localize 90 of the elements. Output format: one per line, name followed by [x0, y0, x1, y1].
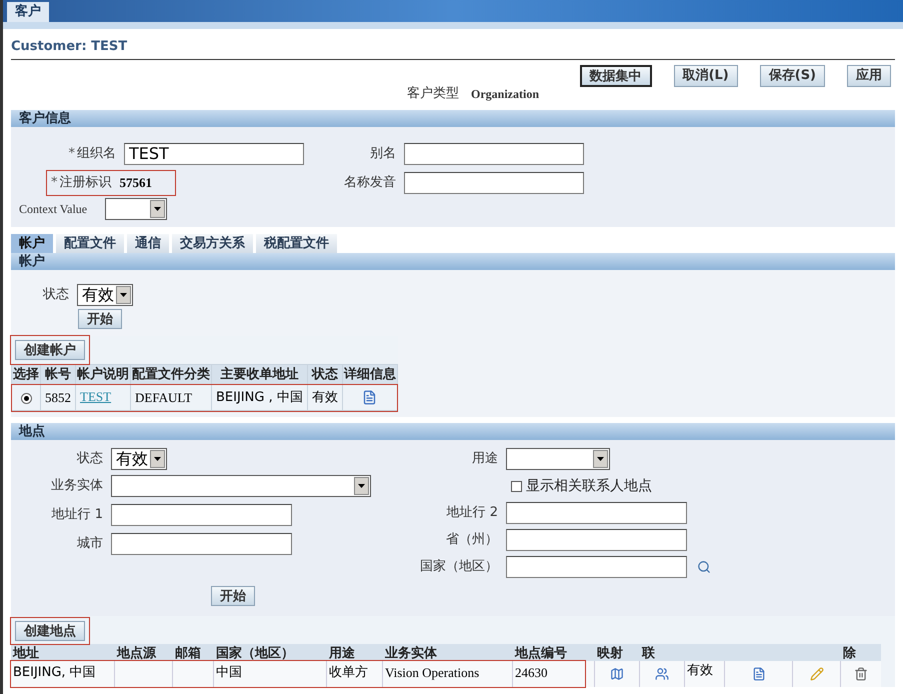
action-button[interactable]: 取消(L): [674, 65, 738, 87]
field-label: 用途: [471, 450, 499, 468]
action-button[interactable]: 保存(S): [760, 65, 825, 87]
radio-button[interactable]: [20, 392, 32, 404]
column-header: 映射: [597, 646, 623, 661]
table-cell: BEIJING, 中国: [13, 665, 96, 680]
column-header: 联: [642, 646, 655, 661]
tab[interactable]: 税配置文件: [256, 234, 337, 252]
page-title: Customer: TEST: [11, 39, 128, 54]
field-label: 组织名: [77, 144, 116, 163]
section-header: 客户信息: [11, 110, 895, 126]
field-label: 注册标识: [60, 174, 112, 192]
table-cell: 24630: [515, 665, 548, 680]
tab[interactable]: 交易方关系: [172, 234, 253, 252]
pronunciation-field[interactable]: [404, 172, 584, 194]
section-header: 地点: [11, 423, 895, 440]
dropdown-arrow-icon: [597, 457, 604, 461]
status-select[interactable]: 有效: [111, 448, 167, 470]
search-icon[interactable]: [697, 560, 711, 574]
address-line-field[interactable]: [111, 504, 292, 526]
field-label: 地址行 1: [50, 506, 104, 524]
dropdown-arrow-icon: [154, 206, 161, 210]
column-header: 地点编号: [515, 646, 567, 661]
field-label: 地址行 2: [446, 504, 499, 522]
registry-id-value: 57561: [120, 174, 152, 192]
org-name-field[interactable]: TEST: [124, 142, 304, 164]
customer-type-label: 客户类型: [407, 85, 459, 103]
column-header: 地点源: [117, 646, 156, 661]
table-cell: BEIJING , 中国: [212, 384, 308, 410]
table-cell: 中国: [216, 665, 242, 680]
table-cell: DEFAULT: [130, 384, 212, 410]
tab[interactable]: 通信: [127, 234, 169, 252]
section-header: 帐户: [11, 252, 895, 270]
alias-field[interactable]: [404, 142, 584, 164]
details-icon[interactable]: [362, 390, 378, 405]
column-header: 状态: [307, 364, 342, 384]
address-line-field[interactable]: [506, 502, 687, 524]
action-button[interactable]: 应用: [847, 65, 891, 87]
column-header: 国家（地区）: [216, 646, 294, 661]
map-icon[interactable]: [610, 667, 624, 681]
field-label: 省（州）: [445, 531, 499, 550]
business-entity-select[interactable]: [111, 475, 371, 497]
create-account-button[interactable]: 创建帐户: [15, 340, 85, 360]
column-header: 选择: [12, 364, 40, 384]
contacts-icon[interactable]: [655, 667, 669, 681]
checkbox-label: 显示相关联系人地点: [526, 476, 652, 496]
column-header: 配置文件分类: [130, 364, 212, 384]
checkbox[interactable]: [511, 480, 522, 492]
field-label: 别名: [369, 144, 397, 163]
column-header: 详细信息: [342, 364, 398, 384]
status-select[interactable]: 有效: [77, 284, 133, 306]
delete-icon[interactable]: [854, 667, 868, 681]
tab[interactable]: 配置文件: [56, 234, 124, 252]
table-cell: 收单方: [329, 665, 368, 680]
field-label: 国家（地区）: [419, 558, 499, 576]
go-button[interactable]: 开始: [211, 586, 255, 606]
field-label: Context Value: [18, 200, 88, 218]
go-button[interactable]: 开始: [78, 308, 122, 328]
column-header: 主要收单地址: [212, 364, 308, 384]
column-header: 除: [843, 646, 856, 661]
table-cell: 有效: [687, 663, 713, 678]
city-field[interactable]: [111, 533, 292, 555]
field-label: 城市: [76, 535, 104, 554]
purpose-select[interactable]: [506, 448, 610, 470]
column-header: 邮箱: [175, 646, 201, 661]
top-tab[interactable]: 客户: [7, 2, 49, 22]
create-site-button[interactable]: 创建地点: [15, 621, 85, 641]
details-icon[interactable]: [752, 667, 766, 681]
tab[interactable]: 帐户: [11, 234, 53, 252]
table-cell: 有效: [307, 384, 342, 410]
dropdown-arrow-icon: [358, 484, 365, 488]
dropdown-arrow-icon: [120, 292, 127, 296]
table-cell: 5852: [40, 384, 76, 410]
column-header: 帐户说明: [76, 364, 130, 384]
field-label: 业务实体: [50, 477, 104, 496]
required-mark: *: [68, 144, 75, 163]
province-field[interactable]: [506, 529, 687, 551]
field-label: 状态: [76, 450, 104, 468]
column-header: 用途: [329, 646, 355, 661]
dropdown-arrow-icon: [154, 457, 161, 461]
column-header: 地址: [13, 646, 39, 661]
action-button[interactable]: 数据集中: [580, 65, 652, 87]
field-label: 名称发音: [343, 174, 397, 192]
country-field[interactable]: [506, 556, 687, 578]
table-cell: Vision Operations: [385, 665, 480, 680]
customer-type-value: Organization: [471, 86, 539, 103]
context-value-select[interactable]: [105, 198, 167, 220]
column-header: 业务实体: [385, 646, 437, 661]
required-mark: *: [51, 174, 58, 192]
field-label: 状态: [42, 286, 70, 304]
